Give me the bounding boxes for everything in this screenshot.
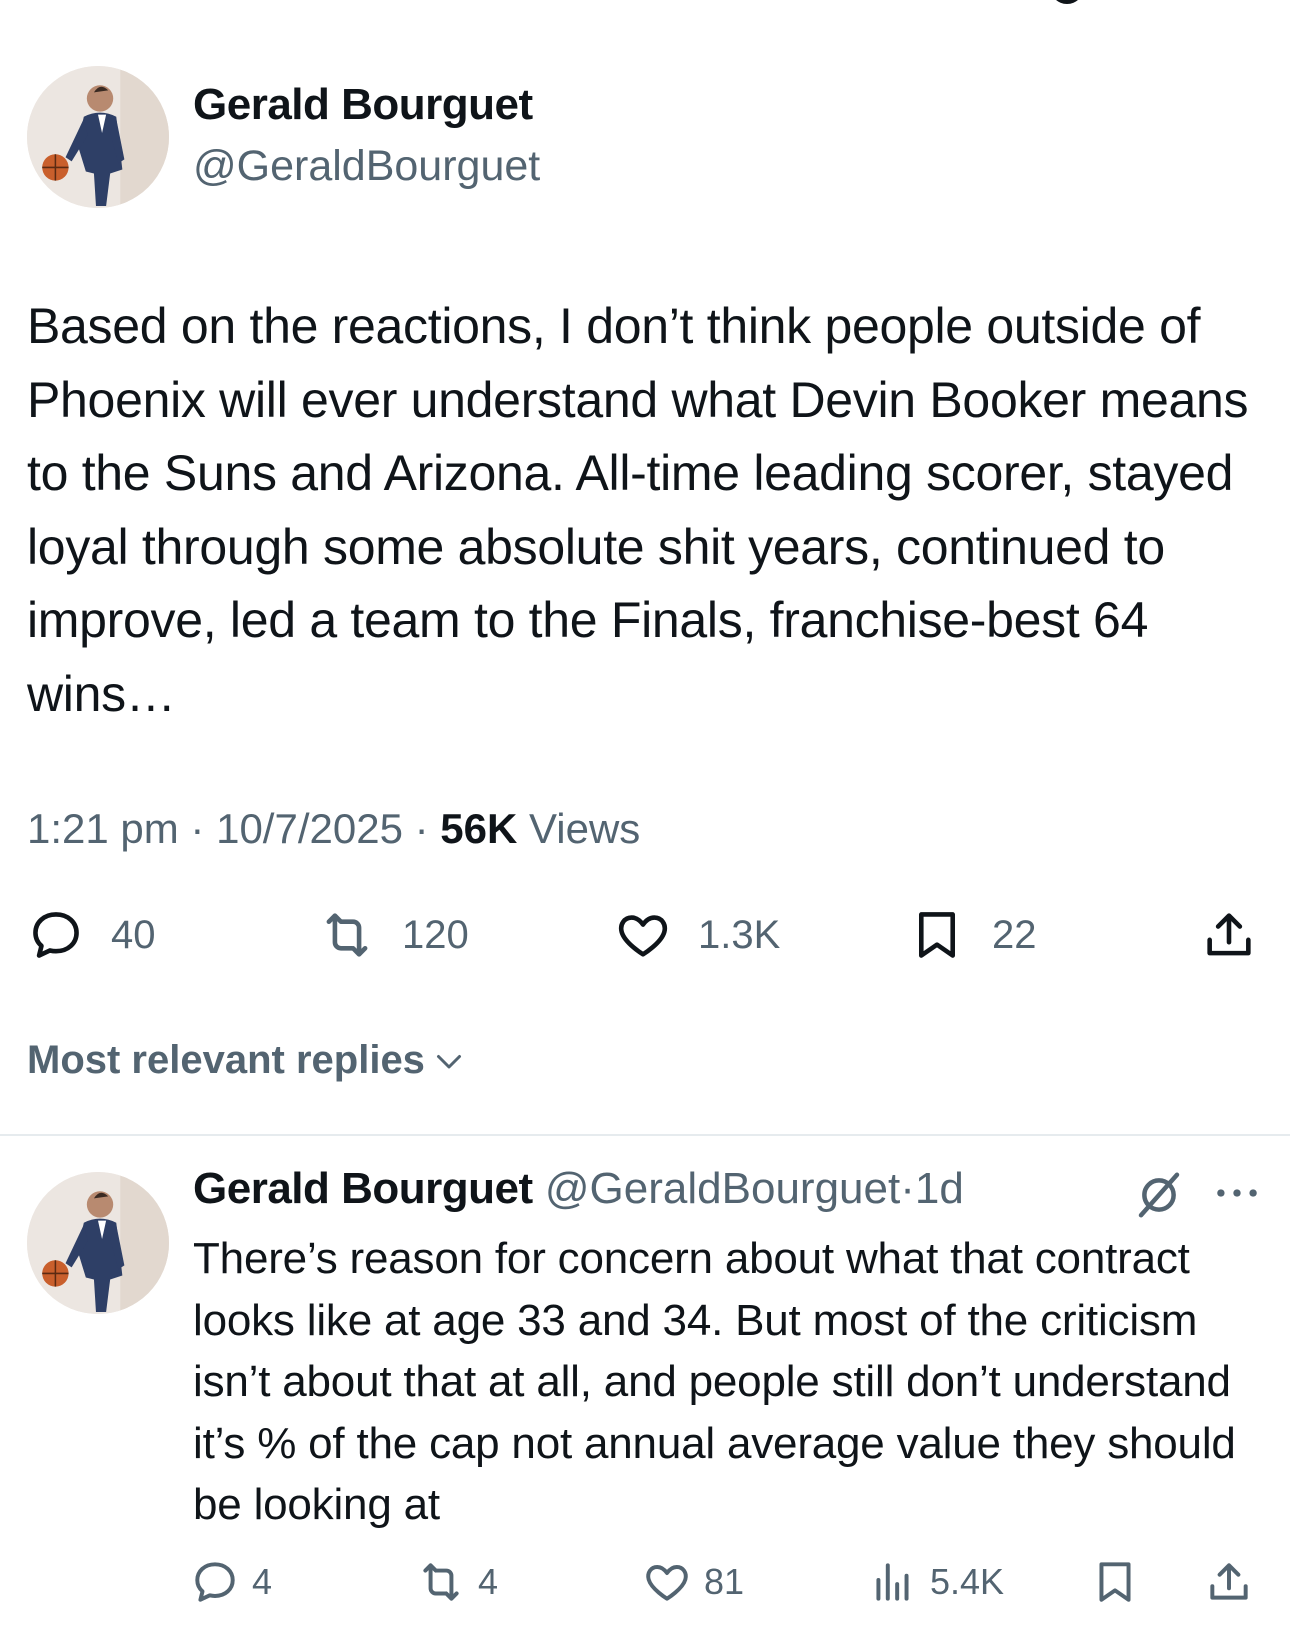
share-button[interactable] (1204, 1555, 1254, 1609)
share-icon (1207, 913, 1251, 956)
divider (0, 1134, 1290, 1136)
repost-button[interactable]: 120 (318, 905, 469, 965)
reply-header: Gerald Bourguet @GeraldBourguet·1d (193, 1164, 964, 1214)
like-button[interactable]: 81 (642, 1555, 744, 1609)
top-edge (0, 0, 1290, 14)
reply-actions: 4 4 81 5.4K (0, 1555, 1290, 1609)
chevron-down-icon (436, 1054, 461, 1068)
reply-age[interactable]: 1d (915, 1164, 964, 1213)
tweet-meta: 1:21 pm · 10/7/2025 · 56K Views (27, 805, 640, 853)
bookmark-count: 22 (992, 912, 1037, 957)
like-count: 81 (704, 1561, 745, 1602)
like-count: 1.3K (698, 912, 781, 957)
bookmark-button[interactable] (1090, 1555, 1140, 1609)
avatar-image (27, 1172, 169, 1314)
bookmark-icon (918, 912, 956, 958)
tweet-actions: 40 120 1.3K 22 (0, 905, 1290, 965)
repost-button[interactable]: 4 (416, 1555, 498, 1609)
tweet-time[interactable]: 1:21 pm (27, 805, 179, 852)
reply-count: 40 (111, 912, 156, 957)
heart-icon (646, 1565, 688, 1601)
reply-text: There’s reason for concern about what th… (193, 1234, 1236, 1529)
tweet-text: Based on the reactions, I don’t think pe… (27, 298, 1249, 722)
tweet-date[interactable]: 10/7/2025 (216, 805, 403, 852)
share-icon (1210, 1563, 1248, 1600)
like-button[interactable]: 1.3K (614, 905, 780, 965)
repost-count: 120 (402, 912, 469, 957)
bookmark-button[interactable]: 22 (908, 905, 1037, 965)
reply-count: 4 (252, 1561, 273, 1602)
meta-separator: · (402, 805, 441, 852)
replies-sort-dropdown[interactable]: Most relevant replies (27, 1038, 467, 1083)
reply-button[interactable]: 4 (190, 1555, 272, 1609)
bookmark-icon (1099, 1562, 1131, 1602)
share-button[interactable] (1200, 905, 1258, 965)
reply-button[interactable]: 40 (27, 905, 156, 965)
views-count: 5.4K (930, 1561, 1005, 1602)
repost-count: 4 (478, 1561, 499, 1602)
avatar[interactable] (27, 66, 169, 208)
author-name[interactable]: Gerald Bourguet (193, 80, 533, 130)
repost-icon (326, 913, 368, 957)
grok-icon[interactable] (1132, 1168, 1186, 1222)
replies-sort-label: Most relevant replies (27, 1038, 425, 1082)
author-handle[interactable]: @GeraldBourguet (193, 142, 540, 191)
reply-icon (195, 1562, 235, 1602)
avatar-image (27, 66, 169, 208)
views-button[interactable]: 5.4K (868, 1555, 1004, 1609)
reply-icon (33, 912, 79, 958)
meta-separator: · (178, 805, 217, 852)
grok-icon-partial[interactable] (1050, 0, 1084, 4)
more-icon[interactable] (1214, 1180, 1260, 1206)
reply-author-handle[interactable]: @GeraldBourguet (545, 1164, 900, 1213)
views-label: Views (517, 805, 641, 852)
reply-separator: · (900, 1164, 915, 1213)
repost-icon (423, 1563, 459, 1601)
views-count[interactable]: 56K (440, 805, 517, 852)
reply-author-name[interactable]: Gerald Bourguet (193, 1164, 533, 1213)
views-icon (876, 1563, 909, 1601)
avatar[interactable] (27, 1172, 169, 1314)
heart-icon (618, 915, 668, 957)
